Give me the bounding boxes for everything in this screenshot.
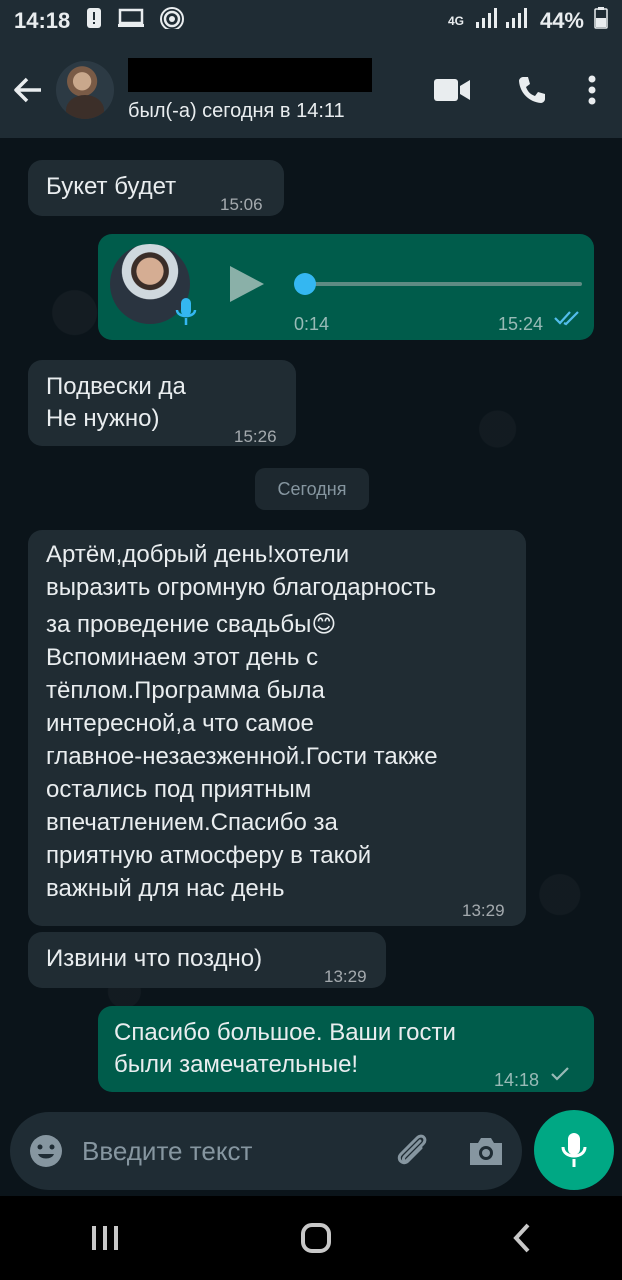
message-line: впечатлением.Спасибо за xyxy=(46,809,338,836)
back-button[interactable] xyxy=(0,42,56,138)
voice-message[interactable]: 0:14 15:24 xyxy=(98,234,594,340)
message-time: 15:06 xyxy=(220,195,263,214)
voice-progress-knob[interactable] xyxy=(294,273,316,295)
voice-call-button[interactable] xyxy=(492,42,572,138)
network-type: 4G xyxy=(447,14,464,28)
contact-info[interactable]: был(-а) сегодня в 14:11 xyxy=(128,57,412,123)
sent-tick-icon xyxy=(551,1067,569,1081)
message-line: важный для нас день xyxy=(46,875,285,902)
home-icon[interactable] xyxy=(300,1222,332,1254)
message-time: 15:26 xyxy=(234,427,277,446)
emoji-icon[interactable] xyxy=(28,1133,64,1169)
status-time: 14:18 xyxy=(14,8,71,33)
signal-icon xyxy=(474,8,530,34)
message-incoming[interactable]: Букет будет 15:06 xyxy=(28,160,284,216)
video-call-icon xyxy=(434,79,470,101)
hotspot-icon xyxy=(160,7,185,35)
message-list[interactable]: Букет будет 15:06 0:14 15:24 Подвески да… xyxy=(0,138,622,1108)
message-line: за проведение свадьбы😊 xyxy=(46,611,337,638)
message-line: Не нужно) xyxy=(46,405,160,432)
message-line: тёплом.Программа была xyxy=(46,677,325,704)
camera-icon[interactable] xyxy=(468,1135,504,1167)
battery-percent: 44% xyxy=(539,8,584,33)
cast-icon xyxy=(118,8,145,34)
message-line: главное-незаезженной.Гости также xyxy=(46,743,438,770)
chat-header: был(-а) сегодня в 14:11 xyxy=(0,42,622,138)
message-line: Артём,добрый день!хотели xyxy=(46,541,350,568)
message-line: приятную атмосферу в такой xyxy=(46,842,372,869)
message-text: Извини что поздно) xyxy=(46,945,263,972)
contact-avatar[interactable] xyxy=(56,61,114,119)
notification-icon xyxy=(86,7,102,35)
voice-progress-track[interactable] xyxy=(306,282,582,286)
message-composer: Введите текст xyxy=(10,1112,522,1190)
message-incoming[interactable]: Подвески да Не нужно) 15:26 xyxy=(28,360,296,446)
message-time: 15:24 xyxy=(498,314,544,334)
more-options-icon xyxy=(588,75,596,105)
record-voice-button[interactable] xyxy=(534,1110,614,1190)
video-call-button[interactable] xyxy=(412,42,492,138)
message-time: 13:29 xyxy=(324,967,367,986)
message-line: Вспоминаем этот день с xyxy=(46,644,319,671)
play-icon[interactable] xyxy=(228,264,266,304)
voice-call-icon xyxy=(519,77,545,103)
voice-duration: 0:14 xyxy=(294,314,330,334)
message-line: были замечательные! xyxy=(114,1051,359,1078)
message-line: интересной,а что самое xyxy=(46,710,314,737)
back-nav-icon[interactable] xyxy=(512,1223,532,1253)
message-time: 14:18 xyxy=(494,1070,540,1090)
message-input[interactable]: Введите текст xyxy=(82,1136,392,1167)
last-seen-status: был(-а) сегодня в 14:11 xyxy=(128,99,345,122)
more-options-button[interactable] xyxy=(572,42,612,138)
recent-apps-icon[interactable] xyxy=(90,1224,120,1252)
message-line: Спасибо большое. Ваши гости xyxy=(114,1019,456,1046)
message-line: Подвески да xyxy=(46,373,186,400)
back-arrow-icon xyxy=(14,77,41,103)
attach-icon[interactable] xyxy=(392,1131,432,1171)
contact-name-redacted xyxy=(128,57,372,92)
battery-icon xyxy=(594,7,608,35)
message-line: остались под приятным xyxy=(46,776,312,803)
microphone-icon xyxy=(561,1133,587,1167)
message-line: выразить огромную благодарность xyxy=(46,574,437,601)
message-text: Букет будет xyxy=(46,173,177,200)
message-incoming[interactable]: Извини что поздно) 13:29 xyxy=(28,932,386,988)
status-bar: 14:18 4G 44% xyxy=(0,0,622,42)
date-separator: Сегодня xyxy=(255,468,369,510)
message-outgoing[interactable]: Спасибо большое. Ваши гости были замечат… xyxy=(98,1006,594,1092)
message-time: 13:29 xyxy=(462,901,505,920)
microphone-icon xyxy=(175,298,197,325)
message-incoming[interactable]: Артём,добрый день!хотели выразить огромн… xyxy=(28,530,526,926)
system-navigation-bar xyxy=(0,1196,622,1280)
read-ticks-icon xyxy=(554,311,579,326)
